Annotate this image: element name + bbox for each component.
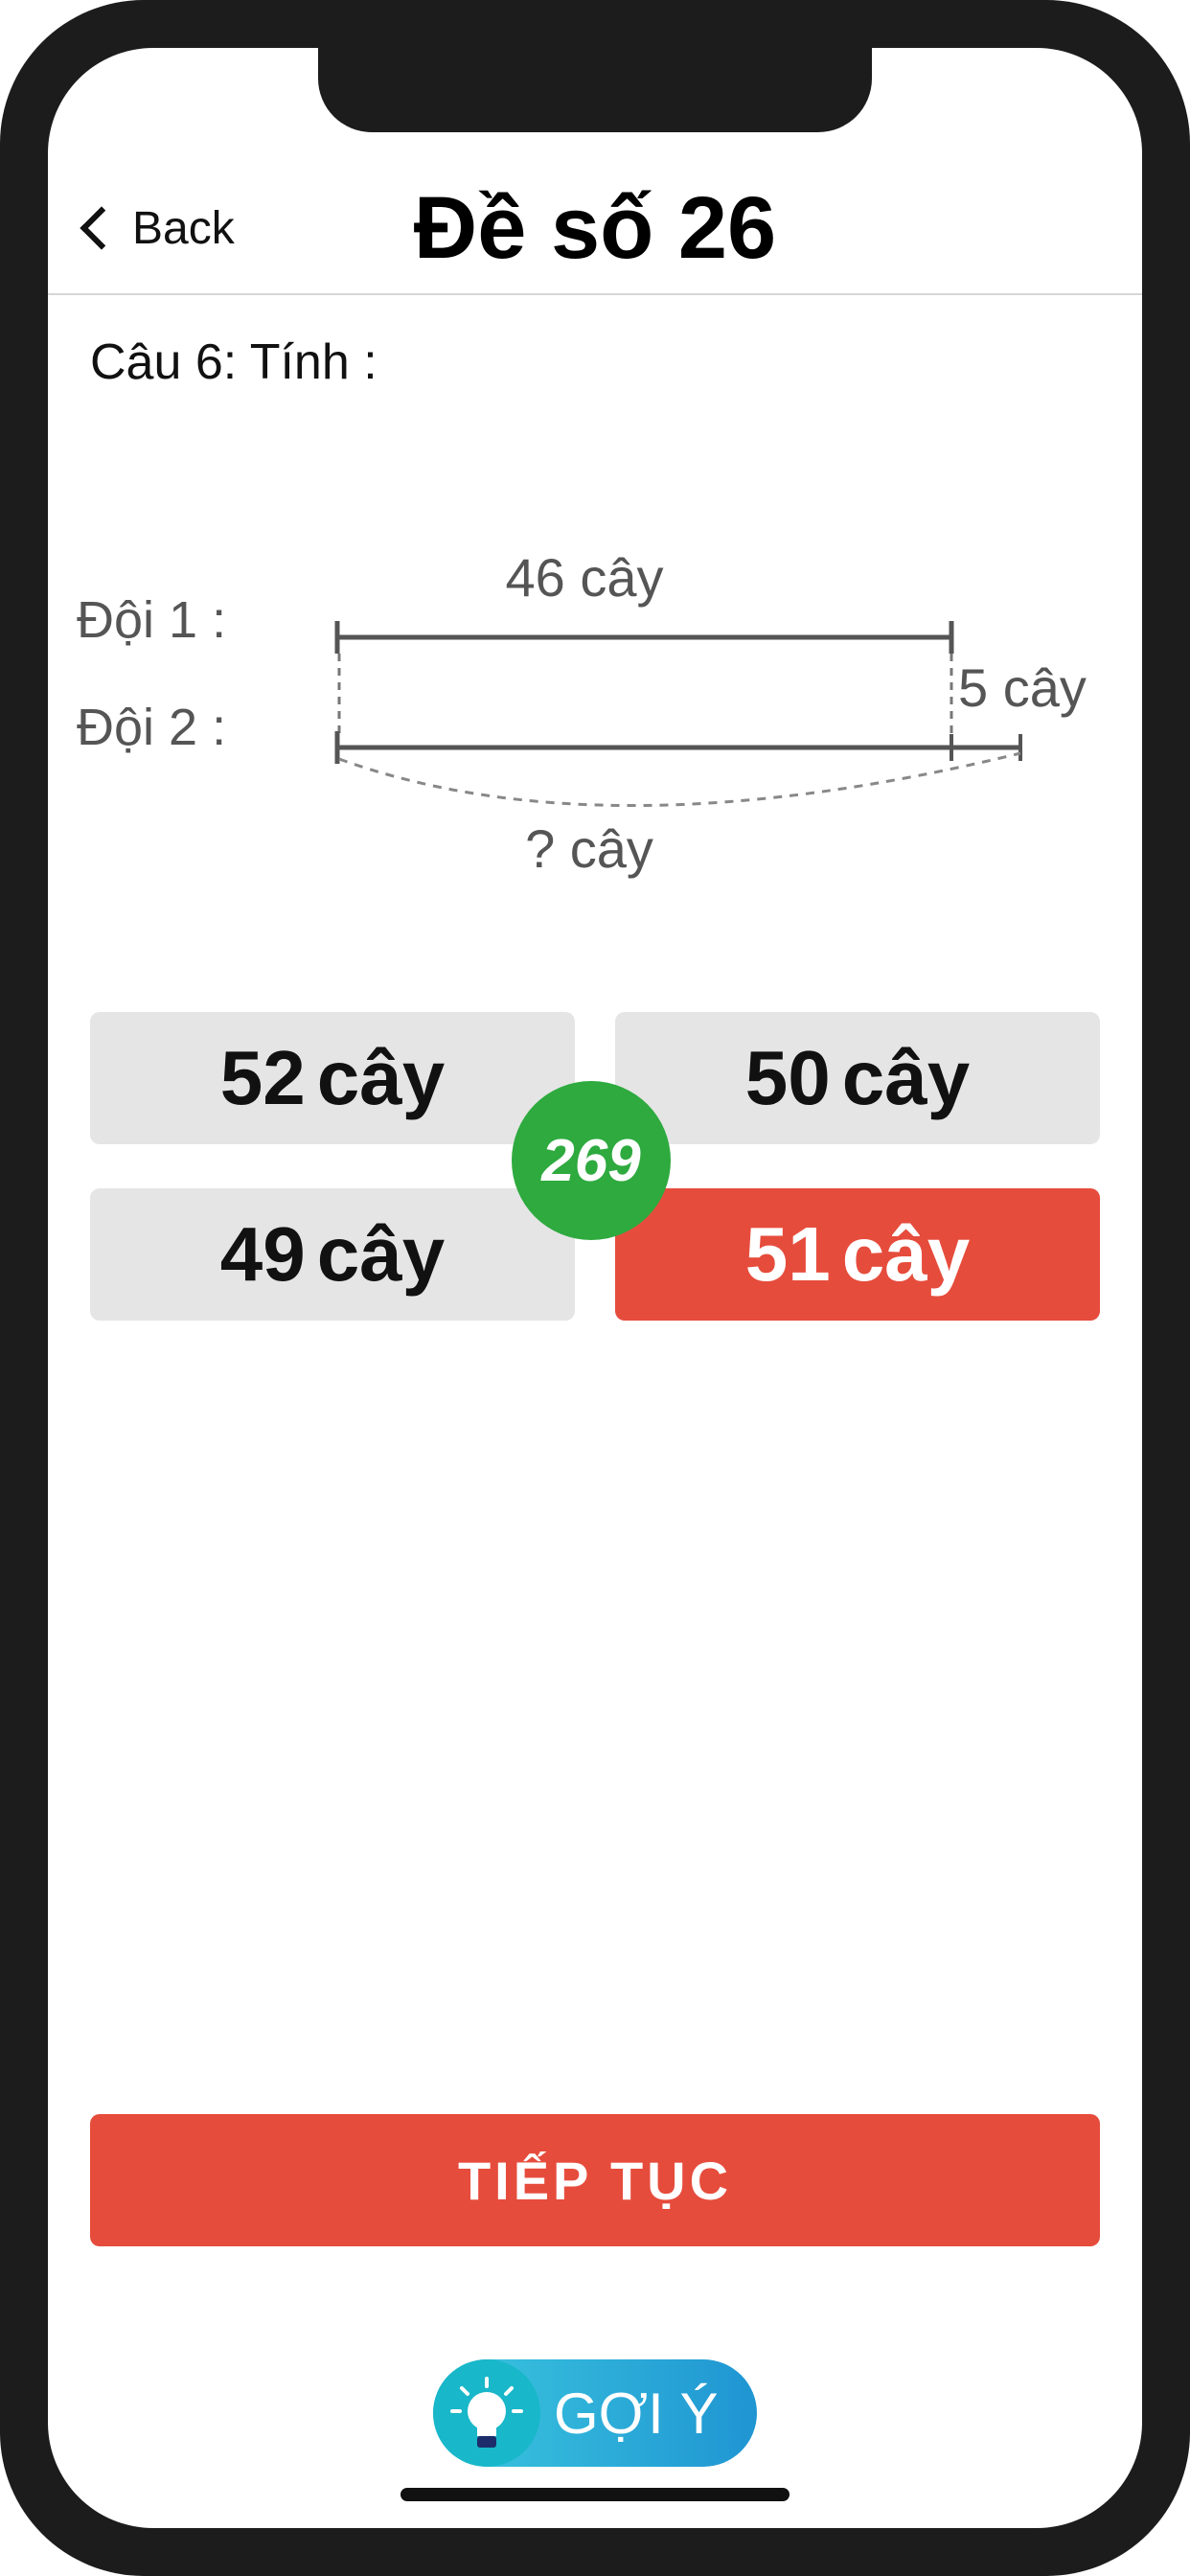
answer-value: 50 [744, 1035, 831, 1120]
team1-label: Đội 1 : [77, 591, 226, 649]
app-screen: Back Đề số 26 Câu 6: Tính : Đội 1 : Đội … [48, 48, 1142, 2528]
answer-unit: cây [316, 1211, 446, 1297]
top-value-label: 46 cây [506, 547, 664, 608]
home-indicator [400, 2488, 790, 2501]
answer-value: 52 [219, 1035, 306, 1120]
team2-label: Đội 2 : [77, 699, 226, 756]
hint-label: GỢI Ý [554, 2380, 719, 2446]
total-brace [338, 751, 1021, 807]
answer-option-1[interactable]: 52 cây [90, 1012, 575, 1144]
chevron-left-icon [80, 206, 124, 250]
segment-diagram: Đội 1 : Đội 2 : 46 cây 5 cây ? cây [77, 547, 1087, 879]
question-text: Câu 6: Tính : [90, 334, 378, 390]
score-badge: 269 [512, 1081, 671, 1240]
back-button[interactable]: Back [69, 163, 235, 293]
answer-unit: cây [841, 1211, 971, 1297]
hint-button[interactable]: GỢI Ý [433, 2359, 757, 2467]
answer-option-4[interactable]: 51 cây [615, 1188, 1100, 1321]
extra-value-label: 5 cây [958, 657, 1087, 718]
answer-option-3[interactable]: 49 cây [90, 1188, 575, 1321]
answer-value: 49 [219, 1211, 306, 1297]
nav-header: Back Đề số 26 [48, 163, 1142, 295]
unknown-value-label: ? cây [525, 818, 653, 879]
answer-unit: cây [841, 1035, 971, 1120]
phone-frame: Back Đề số 26 Câu 6: Tính : Đội 1 : Đội … [0, 0, 1190, 2576]
back-label: Back [132, 202, 235, 254]
answer-value: 51 [744, 1211, 831, 1297]
answer-unit: cây [316, 1035, 446, 1120]
answer-option-2[interactable]: 50 cây [615, 1012, 1100, 1144]
device-notch [318, 48, 872, 132]
continue-button[interactable]: TIẾP TỤC [90, 2114, 1100, 2246]
lightbulb-icon [433, 2359, 540, 2467]
